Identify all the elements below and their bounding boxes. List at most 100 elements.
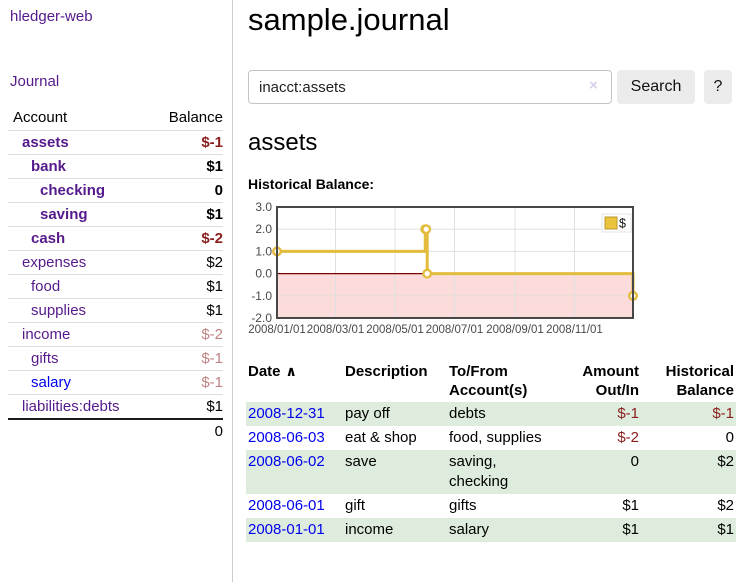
register-description-cell: gift [343, 494, 447, 518]
svg-text:2008/05/01: 2008/05/01 [366, 324, 424, 336]
account-cell: food [8, 275, 153, 299]
search-button[interactable]: Search [617, 70, 695, 104]
account-row: assets$-1 [8, 131, 223, 155]
account-balance: $1 [153, 203, 223, 227]
page-title: sample.journal [248, 0, 450, 40]
account-cell: expenses [8, 251, 153, 275]
register-amount-cell: 0 [567, 450, 641, 494]
account-cell: checking [8, 179, 153, 203]
transaction-date-link[interactable]: 2008-06-03 [248, 429, 325, 446]
account-link-assets[interactable]: assets [22, 134, 69, 151]
register-description-cell: save [343, 450, 447, 494]
register-row: 2008-01-01incomesalary$1$1 [246, 518, 736, 542]
accounts-header-balance: Balance [153, 106, 223, 131]
register-description-cell: income [343, 518, 447, 542]
account-cell: supplies [8, 299, 153, 323]
account-cell: assets [8, 131, 153, 155]
account-balance: $-2 [153, 227, 223, 251]
account-cell: saving [8, 203, 153, 227]
account-link-bank[interactable]: bank [31, 158, 66, 175]
svg-text:3.0: 3.0 [255, 200, 272, 214]
account-link-liabilities-debts[interactable]: liabilities:debts [22, 398, 120, 415]
clear-search-icon[interactable]: × [589, 78, 598, 94]
transaction-date-link[interactable]: 2008-06-01 [248, 497, 325, 514]
search-form: × Search ? [248, 70, 736, 104]
sidebar-item-journal[interactable]: Journal [10, 73, 59, 90]
account-cell: salary [8, 371, 153, 395]
register-row: 2008-06-01giftgifts$1$2 [246, 494, 736, 518]
total-spacer [8, 419, 153, 443]
account-link-checking[interactable]: checking [40, 182, 105, 199]
account-link-income[interactable]: income [22, 326, 70, 343]
account-row: saving $1 [8, 203, 223, 227]
register-accounts-cell: gifts [447, 494, 567, 518]
account-row: checking 0 [8, 179, 223, 203]
register-date-cell: 2008-06-03 [246, 426, 343, 450]
register-balance-cell: $1 [641, 518, 736, 542]
register-row: 2008-12-31pay offdebts$-1$-1 [246, 402, 736, 426]
help-button[interactable]: ? [704, 70, 732, 104]
account-row: gifts $-1 [8, 347, 223, 371]
register-accounts-cell: salary [447, 518, 567, 542]
account-link-supplies[interactable]: supplies [31, 302, 86, 319]
svg-text:0.0: 0.0 [255, 267, 272, 281]
historical-balance-chart: $3.02.01.00.0-1.0-2.02008/01/012008/03/0… [248, 196, 738, 344]
account-balance: $2 [153, 251, 223, 275]
account-link-salary[interactable]: salary [31, 374, 71, 391]
account-balance: $1 [153, 275, 223, 299]
accounts-table: Account Balance assets$-1bank$1checking0… [8, 106, 223, 443]
register-amount-cell: $-1 [567, 402, 641, 426]
account-balance: $-1 [153, 347, 223, 371]
register-amount-cell: $1 [567, 518, 641, 542]
svg-text:-2.0: -2.0 [251, 311, 272, 325]
transaction-date-link[interactable]: 2008-12-31 [248, 405, 325, 422]
transaction-date-link[interactable]: 2008-01-01 [248, 521, 325, 538]
account-row: supplies $1 [8, 299, 223, 323]
account-balance: $1 [153, 395, 223, 420]
account-cell: gifts [8, 347, 153, 371]
account-balance: $-2 [153, 323, 223, 347]
account-link-food[interactable]: food [31, 278, 60, 295]
account-rows: assets$-1bank$1checking0saving$1cash$-2e… [8, 131, 223, 444]
sort-ascending-icon: ∧ [286, 363, 297, 379]
account-row: bank $1 [8, 155, 223, 179]
account-balance: $1 [153, 155, 223, 179]
register-date-cell: 2008-12-31 [246, 402, 343, 426]
register-col-date[interactable]: Date∧ [246, 360, 343, 402]
account-balance: 0 [153, 179, 223, 203]
account-row: liabilities:debts $1 [8, 395, 223, 420]
register-balance-cell: $-1 [641, 402, 736, 426]
register-col-to: To/From Account(s) [447, 360, 567, 402]
account-cell: cash [8, 227, 153, 251]
svg-text:2.0: 2.0 [255, 222, 272, 236]
transaction-date-link[interactable]: 2008-06-02 [248, 453, 325, 470]
register-balance-cell: $2 [641, 494, 736, 518]
account-balance: $1 [153, 299, 223, 323]
account-row: income $-2 [8, 323, 223, 347]
register-date-cell: 2008-06-02 [246, 450, 343, 494]
register-table: Date∧DescriptionTo/From Account(s)Amount… [246, 360, 736, 542]
account-link-expenses[interactable]: expenses [22, 254, 86, 271]
register-col-amount: Amount Out/In [567, 360, 641, 402]
svg-text:2008/03/01: 2008/03/01 [307, 324, 365, 336]
svg-text:2008/01/01: 2008/01/01 [248, 324, 306, 336]
account-link-saving[interactable]: saving [40, 206, 88, 223]
register-row: 2008-06-03eat & shopfood, supplies$-20 [246, 426, 736, 450]
register-col-description: Description [343, 360, 447, 402]
account-cell: bank [8, 155, 153, 179]
svg-text:-1.0: -1.0 [251, 289, 272, 303]
search-input[interactable] [248, 70, 612, 104]
account-link-gifts[interactable]: gifts [31, 350, 59, 367]
account-cell: liabilities:debts [8, 395, 153, 420]
account-row: food $1 [8, 275, 223, 299]
register-description-cell: pay off [343, 402, 447, 426]
account-link-cash[interactable]: cash [31, 230, 65, 247]
main-content: sample.journal × Search ? assets Histori… [248, 0, 736, 582]
register-date-cell: 2008-01-01 [246, 518, 343, 542]
hledger-web-app: hledger-web Journal Account Balance asse… [0, 0, 742, 582]
svg-text:2008/09/01: 2008/09/01 [486, 324, 544, 336]
svg-text:1.0: 1.0 [255, 244, 272, 258]
brand-link[interactable]: hledger-web [10, 8, 93, 25]
svg-text:2008/11/01: 2008/11/01 [546, 324, 603, 336]
register-date-cell: 2008-06-01 [246, 494, 343, 518]
